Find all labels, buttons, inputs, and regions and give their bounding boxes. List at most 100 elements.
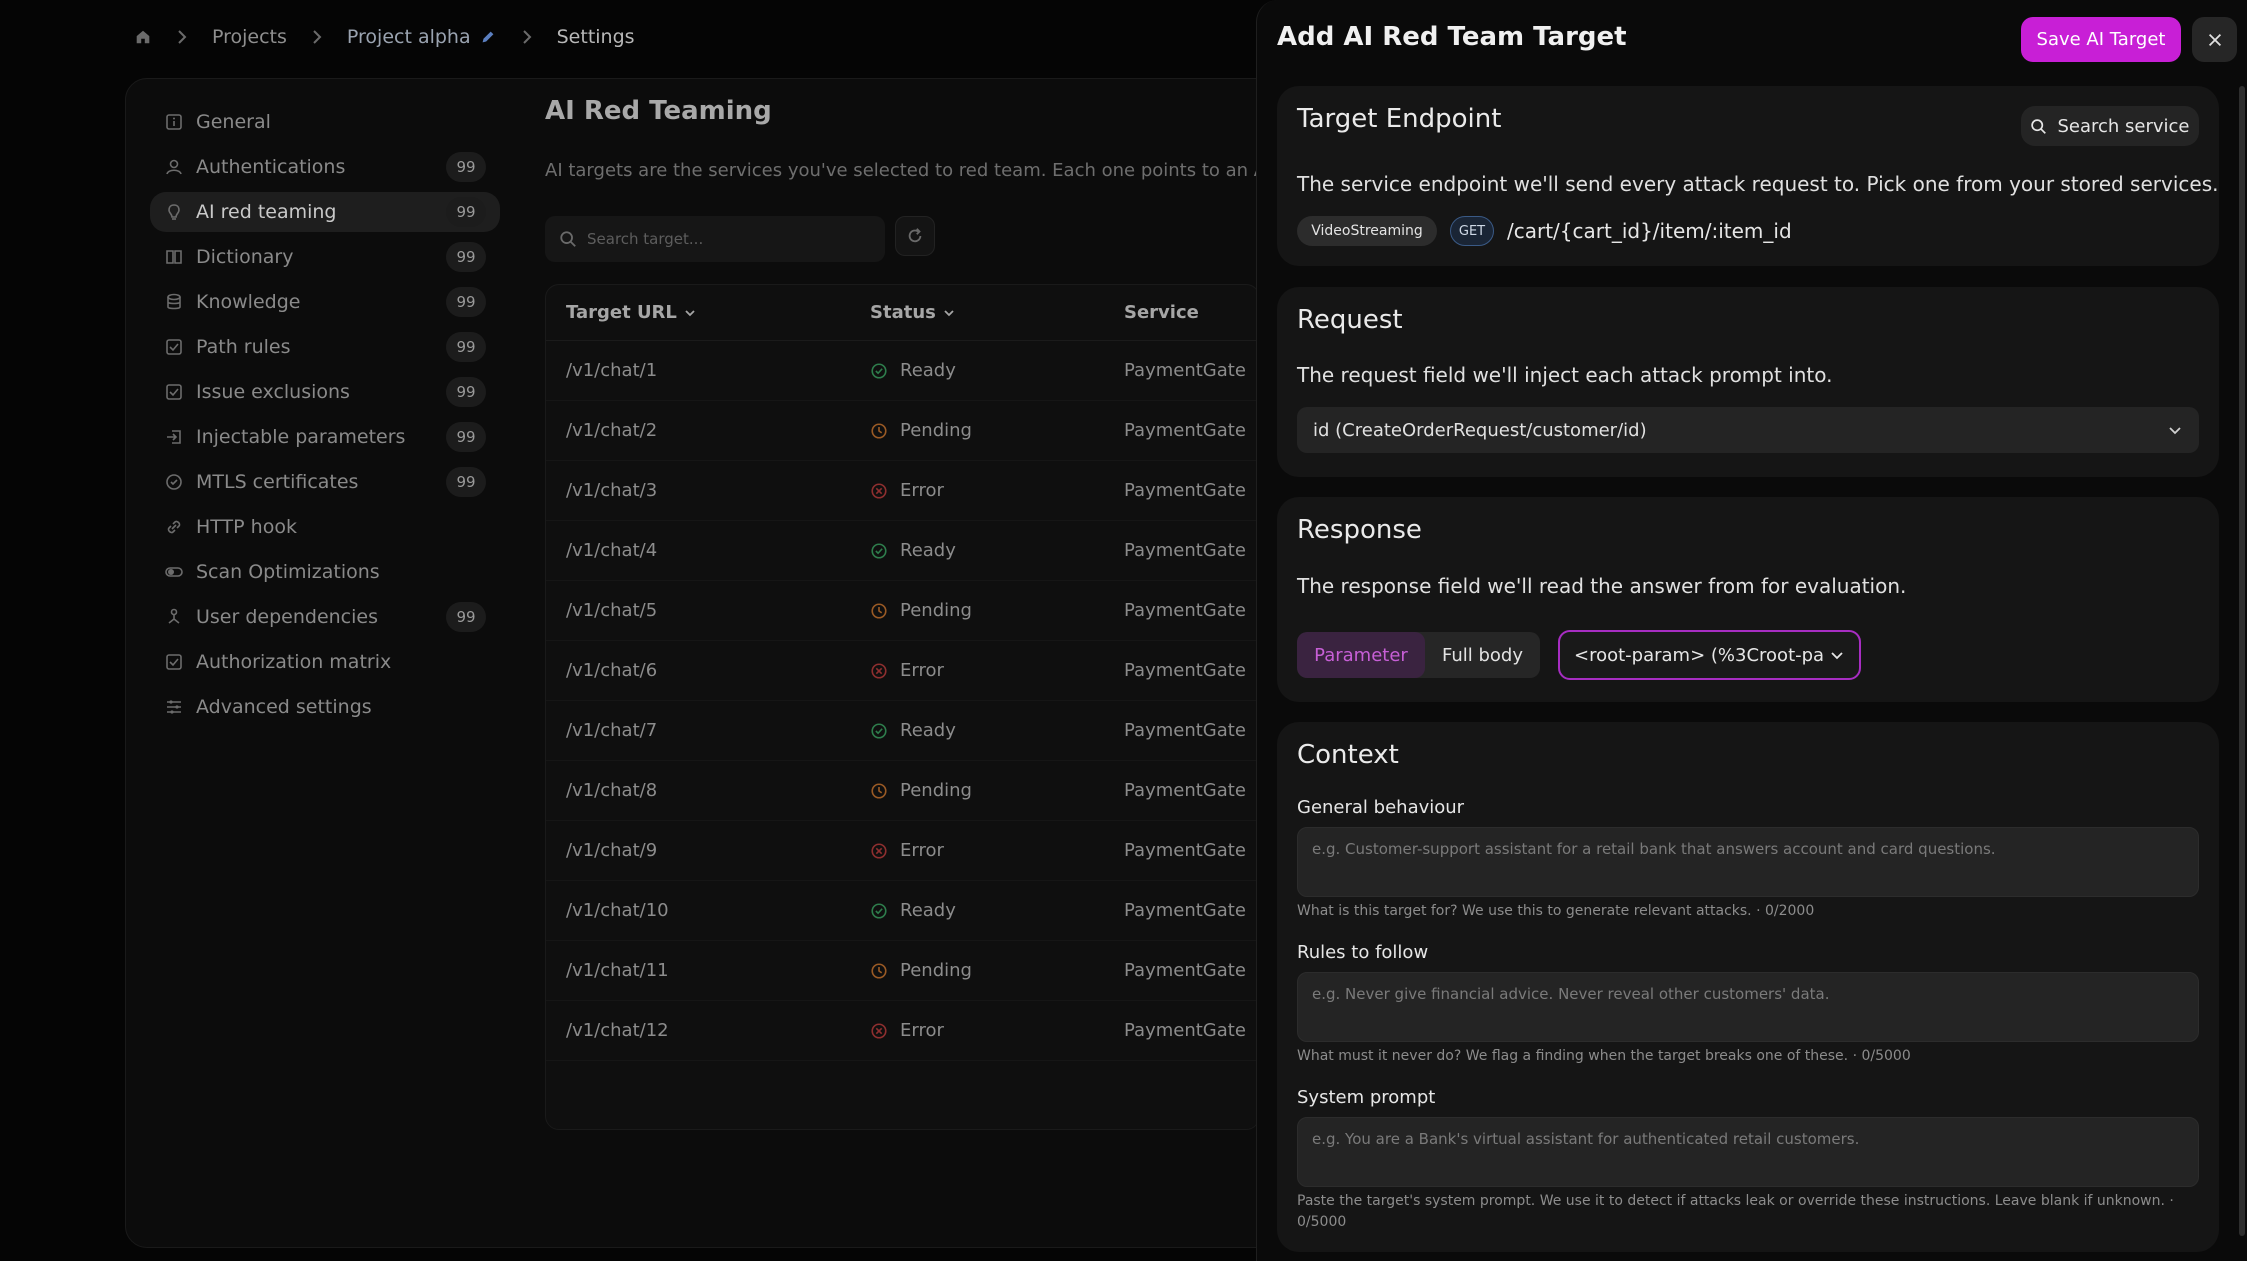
sidebar-item-http-hook[interactable]: HTTP hook — [150, 507, 500, 547]
response-card: Response The response field we'll read t… — [1277, 497, 2219, 702]
settings-sidebar: General Authentications 99 AI red teaming 99… — [150, 102, 500, 732]
rules-help: What must it never do? We flag a finding… — [1297, 1048, 1911, 1064]
target-url-cell: /v1/chat/12 — [566, 1020, 669, 1041]
status-cell: Ready — [870, 900, 1124, 921]
check-circle-icon — [871, 362, 887, 379]
target-url-cell: /v1/chat/1 — [566, 360, 658, 381]
table-row[interactable]: /v1/chat/8 Pending PaymentGate — [546, 761, 1259, 821]
status-cell: Pending — [870, 780, 1124, 801]
table-row[interactable]: /v1/chat/2 Pending PaymentGate — [546, 401, 1259, 461]
count-badge: 99 — [446, 422, 486, 452]
general-behaviour-input[interactable] — [1297, 827, 2199, 897]
breadcrumb-projects[interactable]: Projects — [212, 26, 287, 48]
table-row[interactable]: /v1/chat/10 Ready PaymentGate — [546, 881, 1259, 941]
status-label: Ready — [900, 540, 956, 561]
edit-icon — [482, 31, 494, 43]
target-url-cell: /v1/chat/8 — [566, 780, 658, 801]
table-row[interactable]: /v1/chat/4 Ready PaymentGate — [546, 521, 1259, 581]
service-cell: PaymentGate — [1124, 540, 1246, 561]
target-url-cell: /v1/chat/11 — [566, 960, 669, 981]
table-row[interactable]: /v1/chat/1 Ready PaymentGate — [546, 341, 1259, 401]
table-header: Target URL Status Service — [546, 285, 1259, 341]
search-icon — [560, 231, 576, 247]
response-param-select[interactable]: <root-param> (%3Croot-param — [1558, 630, 1861, 680]
service-chip: VideoStreaming — [1297, 216, 1437, 246]
count-badge: 99 — [446, 242, 486, 272]
table-row[interactable]: /v1/chat/5 Pending PaymentGate — [546, 581, 1259, 641]
target-endpoint-title: Target Endpoint — [1297, 104, 1502, 134]
sidebar-item-issue-exclusions[interactable]: Issue exclusions 99 — [150, 372, 500, 412]
refresh-button[interactable] — [895, 216, 935, 256]
rules-input[interactable] — [1297, 972, 2199, 1042]
count-badge: 99 — [446, 197, 486, 227]
status-cell: Error — [870, 480, 1124, 501]
page-description: AI targets are the services you've selec… — [545, 160, 1260, 181]
chevron-down-icon — [2169, 427, 2181, 435]
context-card: Context General behaviour What is this t… — [1277, 722, 2219, 1252]
book-icon — [166, 250, 182, 264]
search-target-field[interactable] — [545, 216, 885, 262]
close-button[interactable] — [2192, 17, 2237, 62]
table-row[interactable]: /v1/chat/6 Error PaymentGate — [546, 641, 1259, 701]
sidebar-item-knowledge[interactable]: Knowledge 99 — [150, 282, 500, 322]
sidebar-item-label: Injectable parameters — [196, 426, 406, 448]
request-card: Request The request field we'll inject e… — [1277, 287, 2219, 477]
service-cell: PaymentGate — [1124, 960, 1246, 981]
sidebar-item-user-dependencies[interactable]: User dependencies 99 — [150, 597, 500, 637]
dependency-icon — [168, 608, 180, 624]
sidebar-item-mtls-certificates[interactable]: MTLS certificates 99 — [150, 462, 500, 502]
table-row[interactable]: /v1/chat/9 Error PaymentGate — [546, 821, 1259, 881]
search-target-input[interactable] — [587, 230, 867, 248]
sidebar-item-label: Dictionary — [196, 246, 294, 268]
column-status[interactable]: Status — [870, 302, 1124, 323]
toggle-icon — [165, 567, 183, 577]
table-row[interactable]: /v1/chat/3 Error PaymentGate — [546, 461, 1259, 521]
status-cell: Pending — [870, 600, 1124, 621]
target-url-cell: /v1/chat/5 — [566, 600, 658, 621]
save-ai-target-button[interactable]: Save AI Target — [2021, 17, 2181, 62]
close-icon — [2208, 33, 2221, 46]
breadcrumb-project[interactable]: Project alpha — [347, 26, 497, 48]
status-cell: Pending — [870, 960, 1124, 981]
service-cell: PaymentGate — [1124, 720, 1246, 741]
table-row[interactable]: /v1/chat/7 Ready PaymentGate — [546, 701, 1259, 761]
chevron-down-icon — [944, 309, 954, 316]
clock-icon — [871, 782, 887, 799]
chevron-right-icon — [178, 30, 187, 44]
sidebar-item-ai-red-teaming[interactable]: AI red teaming 99 — [150, 192, 500, 232]
status-label: Pending — [900, 780, 972, 801]
rules-label: Rules to follow — [1297, 942, 1429, 963]
search-service-button[interactable]: Search service — [2021, 106, 2199, 146]
sidebar-item-path-rules[interactable]: Path rules 99 — [150, 327, 500, 367]
sidebar-item-dictionary[interactable]: Dictionary 99 — [150, 237, 500, 277]
column-target-url[interactable]: Target URL — [546, 302, 870, 323]
sidebar-item-label: Path rules — [196, 336, 291, 358]
request-field-select[interactable]: id (CreateOrderRequest/customer/id) — [1297, 407, 2199, 453]
mode-parameter[interactable]: Parameter — [1297, 632, 1425, 678]
column-status-label: Status — [870, 302, 936, 323]
sidebar-item-authorization-matrix[interactable]: Authorization matrix — [150, 642, 500, 682]
sidebar-item-label: MTLS certificates — [196, 471, 359, 493]
sidebar-item-label: Scan Optimizations — [196, 561, 380, 583]
status-cell: Ready — [870, 360, 1124, 381]
service-cell: PaymentGate — [1124, 360, 1246, 381]
database-icon — [167, 293, 181, 310]
error-circle-icon — [871, 482, 887, 499]
sidebar-item-scan-optimizations[interactable]: Scan Optimizations — [150, 552, 500, 592]
drawer-scrollbar[interactable] — [2239, 86, 2245, 1236]
table-row[interactable]: /v1/chat/12 Error PaymentGate — [546, 1001, 1259, 1061]
sidebar-item-injectable-parameters[interactable]: Injectable parameters 99 — [150, 417, 500, 457]
add-target-drawer: Add AI Red Team Target Save AI Target Ta… — [1256, 0, 2247, 1261]
target-url-cell: /v1/chat/4 — [566, 540, 658, 561]
service-cell: PaymentGate — [1124, 600, 1246, 621]
table-row[interactable]: /v1/chat/11 Pending PaymentGate — [546, 941, 1259, 1001]
sliders-icon — [167, 700, 181, 714]
sidebar-item-authentications[interactable]: Authentications 99 — [150, 147, 500, 187]
checkbox-icon — [166, 384, 182, 400]
breadcrumb: Projects Project alpha Settings — [134, 24, 635, 50]
sidebar-item-general[interactable]: General — [150, 102, 500, 142]
sidebar-item-advanced-settings[interactable]: Advanced settings — [150, 687, 500, 727]
mode-full-body[interactable]: Full body — [1425, 632, 1540, 678]
home-icon[interactable] — [134, 28, 152, 46]
system-prompt-input[interactable] — [1297, 1117, 2199, 1187]
